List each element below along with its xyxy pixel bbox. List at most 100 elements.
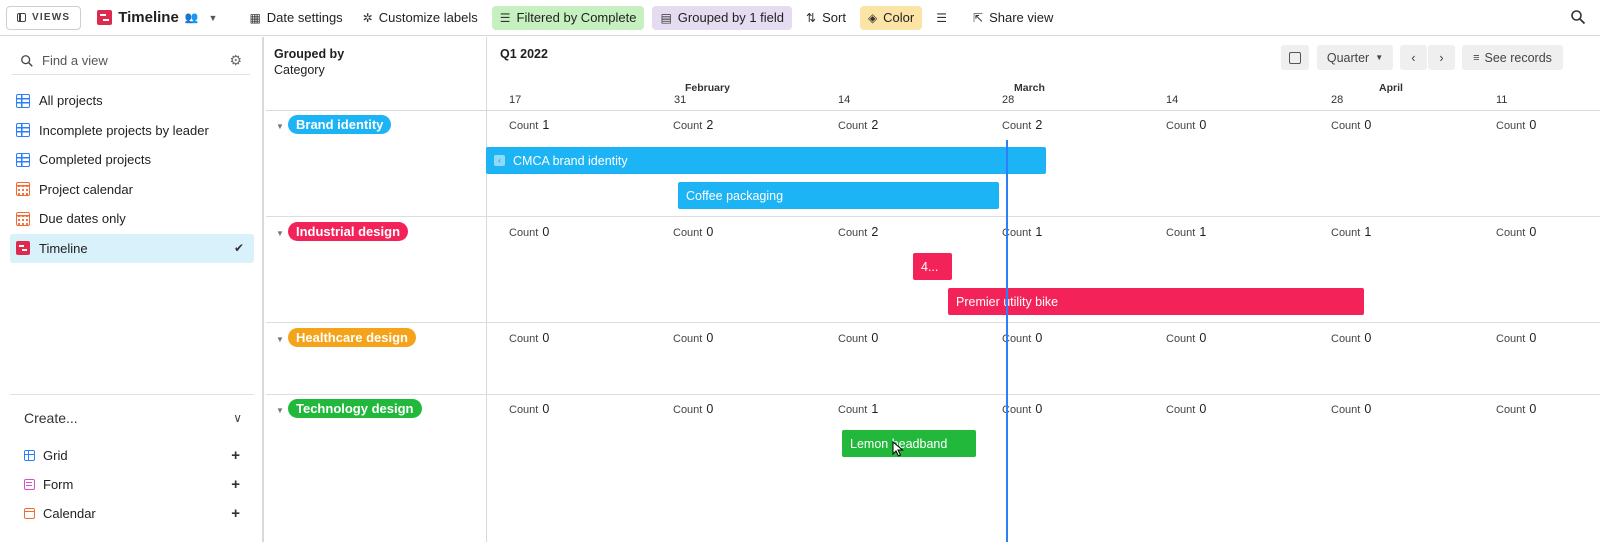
search-icon[interactable]: [1570, 9, 1586, 25]
group-pill-brand-identity[interactable]: Brand identity: [288, 115, 392, 134]
color-label: Color: [883, 10, 915, 25]
mouse-pointer-icon: [892, 441, 904, 457]
count-cell: Count 1: [1002, 225, 1042, 239]
count-value: 0: [1529, 331, 1537, 345]
filter-button[interactable]: ☰ Filtered by Complete: [491, 5, 645, 30]
share-view-button[interactable]: ⇱ Share view: [965, 6, 1061, 30]
sidebar-item-incomplete-projects[interactable]: Incomplete projects by leader: [10, 116, 254, 146]
count-cell: Count 2: [1002, 118, 1042, 132]
sidebar-item-all-projects[interactable]: All projects: [10, 86, 254, 116]
view-item-label: Timeline: [39, 240, 88, 256]
filter-label: Filtered by Complete: [516, 10, 637, 25]
find-view-input[interactable]: [42, 53, 212, 68]
see-records-button[interactable]: ≡ See records: [1462, 45, 1563, 70]
plus-icon: +: [231, 505, 240, 522]
day-tick: 14: [838, 94, 851, 106]
gear-icon[interactable]: ⚙: [229, 52, 242, 69]
collapse-triangle-icon[interactable]: ▼: [276, 406, 284, 415]
day-tick: 28: [1331, 94, 1344, 106]
count-value: 0: [1364, 118, 1372, 132]
count-cell: Count 0: [509, 402, 549, 416]
record-bar-premier-utility-bike[interactable]: Premier utility bike: [948, 288, 1364, 315]
collapse-triangle-icon[interactable]: ▼: [276, 122, 284, 131]
record-bar-cmca-brand-identity[interactable]: ‹ CMCA brand identity: [486, 147, 1046, 174]
count-value: 0: [706, 331, 714, 345]
views-label: VIEWS: [32, 12, 71, 23]
group-pill-technology-design[interactable]: Technology design: [288, 399, 422, 418]
count-cell: Count 0: [1166, 118, 1206, 132]
customize-labels-label: Customize labels: [378, 10, 478, 25]
previous-period-button[interactable]: ‹: [1400, 45, 1427, 70]
count-label: Count: [1331, 333, 1361, 345]
count-cell: Count 0: [673, 402, 713, 416]
group-icon: ▤: [660, 10, 672, 25]
views-toggle-button[interactable]: VIEWS: [6, 5, 82, 30]
count-cell: Count 2: [673, 118, 713, 132]
create-view-toggle[interactable]: Create... ∨: [10, 395, 254, 441]
quarter-label: Q1 2022: [500, 47, 548, 61]
sidebar-item-completed-projects[interactable]: Completed projects: [10, 145, 254, 175]
day-tick: 31: [674, 94, 687, 106]
row-height-button[interactable]: ☰: [928, 6, 955, 30]
count-value: 0: [1199, 118, 1207, 132]
count-cell: Count 0: [1496, 331, 1536, 345]
create-grid-button[interactable]: Grid +: [10, 441, 254, 470]
calendar-icon: ▦: [249, 10, 261, 25]
count-label: Count: [838, 120, 868, 132]
count-label: Count: [509, 333, 539, 345]
count-cell: Count 0: [1331, 331, 1371, 345]
create-item-label: Calendar: [43, 506, 96, 521]
create-form-button[interactable]: Form +: [10, 470, 254, 499]
sidebar-item-timeline[interactable]: Timeline ✔: [10, 233, 254, 263]
find-view-row: ⚙: [12, 47, 250, 75]
date-settings-button[interactable]: ▦ Date settings: [241, 6, 350, 30]
count-cell: Count 0: [509, 331, 549, 345]
count-label: Count: [673, 227, 703, 239]
color-button[interactable]: ◈ Color: [859, 5, 923, 30]
grid-view-icon: [16, 152, 30, 167]
form-view-icon: [24, 479, 35, 490]
count-value: 2: [1035, 118, 1043, 132]
view-item-label: Incomplete projects by leader: [39, 122, 209, 138]
share-label: Share view: [989, 10, 1054, 25]
fit-to-screen-button[interactable]: [1281, 45, 1309, 70]
view-title-menu[interactable]: Timeline 👥 ▼: [97, 9, 217, 26]
calendar-view-icon: [16, 211, 30, 226]
collapse-triangle-icon[interactable]: ▼: [276, 335, 284, 344]
collapse-triangle-icon[interactable]: ▼: [276, 229, 284, 238]
sidebar-toggle-icon: [17, 13, 26, 22]
count-cell: Count 1: [509, 118, 549, 132]
scale-select[interactable]: Quarter ▼: [1317, 45, 1393, 70]
count-label: Count: [1496, 333, 1526, 345]
customize-labels-button[interactable]: ✲ Customize labels: [355, 6, 486, 30]
timeline-view-icon: [97, 10, 113, 25]
sort-icon: ⇅: [806, 10, 817, 25]
view-list: All projects Incomplete projects by lead…: [10, 86, 254, 263]
next-period-button[interactable]: ›: [1428, 45, 1455, 70]
record-bar-lemon-headband[interactable]: Lemon headband: [842, 430, 976, 457]
see-records-label: See records: [1484, 50, 1552, 65]
count-value: 1: [542, 118, 550, 132]
count-value: 2: [871, 225, 879, 239]
record-bar-coffee-packaging[interactable]: Coffee packaging: [678, 182, 999, 209]
plus-icon: +: [231, 447, 240, 464]
sidebar-item-due-dates[interactable]: Due dates only: [10, 204, 254, 234]
share-icon: ⇱: [973, 10, 984, 25]
record-bar-truncated[interactable]: 4...: [913, 253, 952, 280]
count-value: 0: [1529, 402, 1537, 416]
view-item-label: Due dates only: [39, 211, 126, 227]
create-calendar-button[interactable]: Calendar +: [10, 499, 254, 528]
calendar-view-icon: [24, 508, 35, 519]
chevron-down-icon: ▼: [1375, 53, 1384, 62]
count-cell: Count 0: [673, 225, 713, 239]
sidebar-item-project-calendar[interactable]: Project calendar: [10, 175, 254, 205]
group-button[interactable]: ▤ Grouped by 1 field: [652, 5, 793, 30]
count-value: 2: [706, 118, 714, 132]
count-value: 0: [706, 402, 714, 416]
count-cell: Count 0: [1166, 402, 1206, 416]
group-pill-healthcare-design[interactable]: Healthcare design: [288, 328, 416, 347]
group-pill-industrial-design[interactable]: Industrial design: [288, 222, 409, 241]
sort-button[interactable]: ⇅ Sort: [798, 6, 854, 30]
count-value: 0: [1199, 331, 1207, 345]
grouped-by-label: Grouped by: [274, 47, 345, 61]
